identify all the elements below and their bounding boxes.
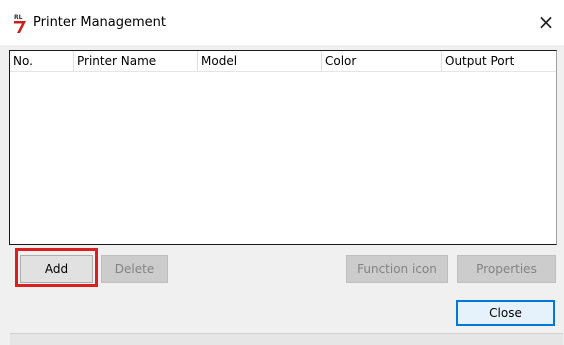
column-header-no[interactable]: No. xyxy=(10,51,74,71)
close-button[interactable]: Close xyxy=(456,300,555,326)
column-header-model[interactable]: Model xyxy=(198,51,322,71)
column-header-printer-name[interactable]: Printer Name xyxy=(74,51,198,71)
window-title: Printer Management xyxy=(33,15,167,30)
app-logo-icon: RL xyxy=(14,14,26,33)
title-bar: RL Printer Management × xyxy=(0,0,564,45)
printer-management-window: RL Printer Management × No. Printer Name… xyxy=(0,0,564,345)
properties-button[interactable]: Properties xyxy=(457,255,556,283)
close-window-icon[interactable]: × xyxy=(534,10,558,34)
column-header-output-port[interactable]: Output Port xyxy=(442,51,556,71)
add-button[interactable]: Add xyxy=(20,255,93,283)
table-body[interactable] xyxy=(10,72,556,244)
printer-table[interactable]: No. Printer Name Model Color Output Port xyxy=(9,50,557,245)
svg-text:RL: RL xyxy=(14,14,23,21)
function-icon-button[interactable]: Function icon xyxy=(346,255,448,283)
status-bar xyxy=(10,333,563,345)
delete-button[interactable]: Delete xyxy=(101,255,168,283)
table-header: No. Printer Name Model Color Output Port xyxy=(10,51,556,72)
column-header-color[interactable]: Color xyxy=(322,51,442,71)
